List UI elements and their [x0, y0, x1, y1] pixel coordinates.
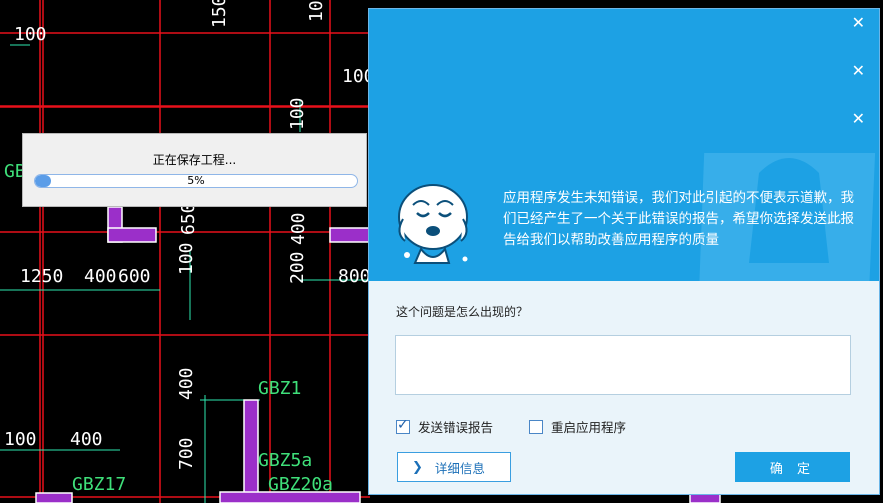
close-icon[interactable]: ✕	[852, 62, 865, 80]
send-report-checkbox[interactable]: ✓ 发送错误报告	[396, 417, 493, 436]
cad-label: GBZ5a	[258, 450, 312, 471]
cad-label: 100	[287, 97, 308, 130]
stacked-window-header-1: ✕	[369, 9, 879, 58]
stacked-window-header-3: ✕	[369, 105, 879, 154]
cad-label: 650	[178, 202, 199, 235]
crying-mascot-icon	[398, 184, 468, 264]
progress-percent: 5%	[187, 174, 205, 187]
cad-label: 400	[70, 429, 103, 450]
cad-label: 700	[176, 437, 197, 470]
cad-label: 150	[209, 0, 230, 28]
checkmark-icon: ✓	[397, 416, 409, 433]
cad-annotations: 100 150 100 100 GB 100 650 400 1250 400 …	[4, 0, 375, 495]
report-form: 这个问题是怎么出现的？ ✓ 发送错误报告 重启应用程序 ❯ 详细信息 确 定	[369, 281, 879, 494]
details-button[interactable]: ❯ 详细信息	[397, 452, 511, 482]
cad-label: GBZ1	[258, 378, 301, 399]
cad-label: GBZ17	[72, 474, 126, 495]
cad-label: 400	[84, 266, 117, 287]
checkbox-box[interactable]: ✓	[396, 416, 410, 434]
progress-message: 正在保存工程...	[152, 153, 237, 167]
send-report-label: 发送错误报告	[418, 420, 494, 435]
error-message-banner: 应用程序发生未知错误，我们对此引起的不便表示道歉，我们已经产生了一个关于此错误的…	[369, 153, 879, 281]
problem-description-input[interactable]	[395, 335, 851, 395]
chevron-right-icon: ❯	[412, 459, 423, 475]
cad-label: 100	[176, 242, 197, 275]
question-label: 这个问题是怎么出现的？	[396, 305, 529, 319]
restart-app-checkbox[interactable]: 重启应用程序	[529, 417, 626, 436]
error-report-dialog: ✕ ✕ ✕ 应用程序发生未知错误，我们对此引起的不便表示道歉，我们已经产生了一个…	[368, 8, 880, 495]
cad-label: 800	[338, 266, 371, 287]
cad-label: 200	[287, 251, 308, 284]
cad-label: 1250	[20, 266, 63, 287]
saving-progress-dialog: 正在保存工程... 5%	[22, 133, 367, 207]
details-label: 详细信息	[434, 460, 485, 476]
cad-label: 600	[118, 266, 151, 287]
cad-label: 100	[306, 0, 327, 22]
ok-button[interactable]: 确 定	[735, 452, 850, 482]
close-icon[interactable]: ✕	[852, 110, 865, 128]
cad-label: 100	[14, 24, 47, 45]
cad-label: GBZ20a	[268, 474, 333, 495]
stacked-window-header-2: ✕	[369, 57, 879, 106]
error-message-text: 应用程序发生未知错误，我们对此引起的不便表示道歉，我们已经产生了一个关于此错误的…	[503, 190, 854, 248]
cad-label: 100	[4, 429, 37, 450]
progress-bar: 5%	[34, 174, 358, 188]
checkbox-box[interactable]	[529, 419, 543, 434]
close-icon[interactable]: ✕	[852, 14, 865, 32]
cad-label: 400	[176, 367, 197, 400]
cad-label: 400	[288, 212, 309, 245]
restart-app-label: 重启应用程序	[551, 420, 627, 435]
